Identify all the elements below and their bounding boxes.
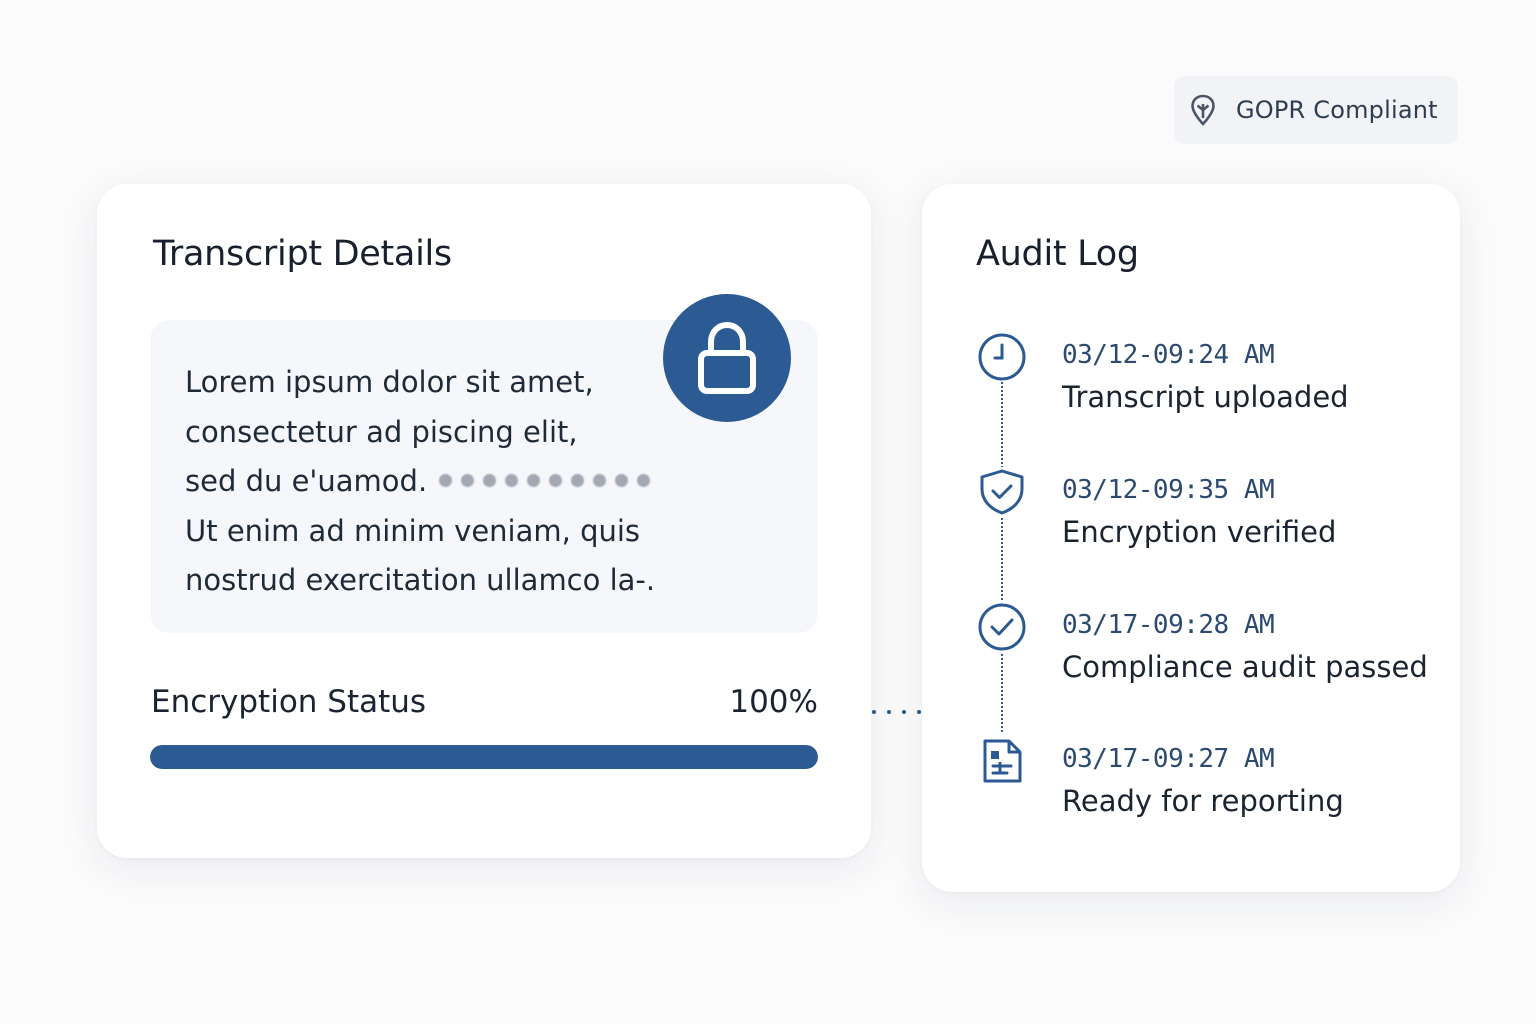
report-document-icon — [977, 736, 1027, 786]
audit-log-time: 03/17-09:28 AM — [1062, 610, 1275, 640]
transcript-line: consectetur ad piscing elit, — [185, 414, 578, 449]
location-pin-icon — [1188, 93, 1218, 127]
compliance-badge-label: GOPR Compliant — [1236, 96, 1438, 124]
transcript-line: nostrud exercitation ullamco la-. — [185, 563, 656, 597]
transcript-line-redacted: sed du e'uamod. — [185, 457, 745, 507]
audit-log-title: Audit Log — [976, 234, 1139, 274]
transcript-details-title: Transcript Details — [153, 234, 452, 274]
transcript-line: Ut enim ad minim veniam, quis — [185, 513, 641, 548]
audit-log-event: Ready for reporting — [1062, 784, 1344, 818]
encryption-status-label: Encryption Status — [151, 684, 427, 720]
audit-log-entry: 03/17-09:27 AM Ready for reporting — [922, 736, 1460, 836]
audit-log-time: 03/12-09:35 AM — [1062, 475, 1275, 505]
audit-log-entry: 03/17-09:28 AM Compliance audit passed — [922, 602, 1460, 702]
audit-log-event: Compliance audit passed — [1062, 650, 1428, 684]
encryption-progress-bar — [150, 745, 818, 769]
transcript-line-text: sed du e'uamod. — [185, 464, 428, 498]
redacted-text-mask — [439, 473, 651, 487]
transcript-text: Lorem ipsum dolor sit amet, consectetur … — [185, 358, 745, 606]
audit-log-event: Transcript uploaded — [1062, 380, 1349, 414]
page: GOPR Compliant Transcript Details Lorem … — [0, 0, 1536, 1024]
audit-log-event: Encryption verified — [1062, 515, 1337, 549]
lock-icon — [663, 294, 791, 422]
clock-icon — [977, 332, 1027, 382]
encryption-progress-fill — [150, 745, 818, 769]
audit-log-entry: 03/12-09:35 AM Encryption verified — [922, 467, 1460, 567]
audit-log-entry: 03/12-09:24 AM Transcript uploaded — [922, 332, 1460, 432]
audit-log-card: Audit Log 03/12-09:24 AM Transcript uplo… — [922, 184, 1460, 892]
compliance-badge: GOPR Compliant — [1174, 76, 1458, 144]
audit-log-time: 03/12-09:24 AM — [1062, 340, 1275, 370]
encryption-status-value: 100% — [729, 684, 818, 720]
shield-check-icon — [977, 467, 1027, 517]
audit-log-time: 03/17-09:27 AM — [1062, 744, 1275, 774]
check-circle-icon — [977, 602, 1027, 652]
transcript-details-card: Transcript Details Lorem ipsum dolor sit… — [97, 184, 871, 858]
transcript-line: Lorem ipsum dolor sit amet, — [185, 365, 594, 399]
